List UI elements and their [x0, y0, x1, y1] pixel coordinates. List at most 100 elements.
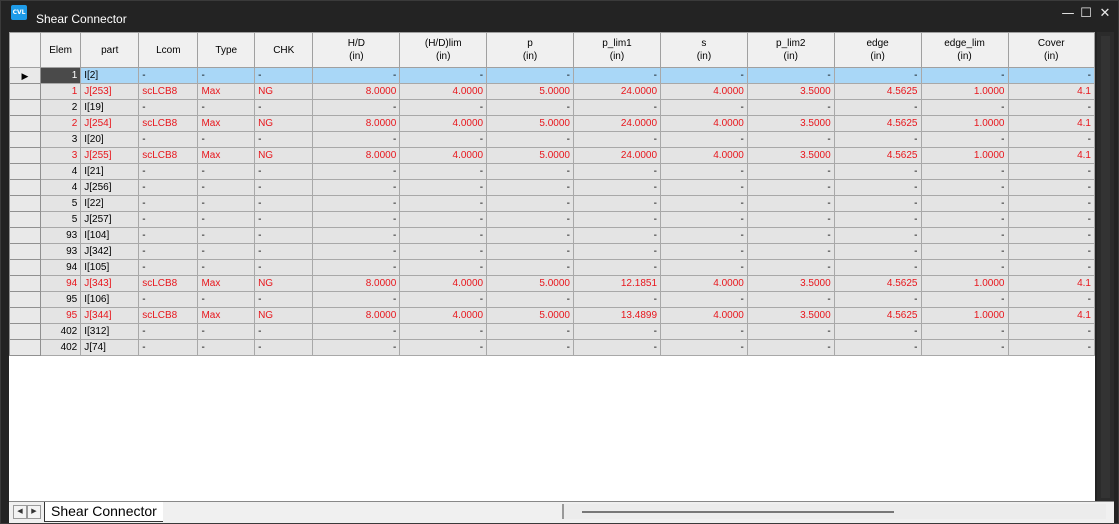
- table-cell[interactable]: -: [138, 227, 199, 244]
- table-row[interactable]: 94 J[343] scLCB8 Max NG 8.0000 4.0000 5.0000 12.…: [9, 275, 1095, 292]
- table-cell[interactable]: -: [746, 179, 835, 196]
- table-cell[interactable]: -: [1007, 99, 1095, 116]
- table-cell[interactable]: -: [833, 243, 922, 260]
- row-header[interactable]: [9, 323, 41, 340]
- table-cell[interactable]: -: [254, 67, 314, 84]
- table-cell[interactable]: 93: [39, 227, 82, 244]
- table-cell[interactable]: 1.0000: [920, 275, 1009, 292]
- table-cell[interactable]: 4.0000: [399, 147, 488, 164]
- table-cell[interactable]: 4.0000: [399, 307, 488, 324]
- table-cell[interactable]: J[74]: [80, 339, 140, 356]
- table-cell[interactable]: J[343]: [80, 275, 140, 292]
- table-cell[interactable]: -: [660, 211, 748, 228]
- table-cell[interactable]: -: [920, 131, 1009, 148]
- table-cell[interactable]: -: [197, 195, 256, 212]
- table-cell[interactable]: -: [920, 67, 1009, 84]
- table-cell[interactable]: -: [138, 67, 199, 84]
- table-cell[interactable]: scLCB8: [138, 83, 199, 100]
- table-row[interactable]: 2 I[19] - - - - - - - - - - - -: [9, 99, 1095, 116]
- table-cell[interactable]: 24.0000: [572, 147, 662, 164]
- table-cell[interactable]: 4.1: [1007, 115, 1095, 132]
- table-cell[interactable]: -: [399, 131, 488, 148]
- table-cell[interactable]: 4.0000: [399, 115, 488, 132]
- table-cell[interactable]: -: [833, 195, 922, 212]
- table-cell[interactable]: -: [1007, 211, 1095, 228]
- column-header[interactable]: (H/D)lim (in): [399, 32, 488, 68]
- table-cell[interactable]: -: [197, 99, 256, 116]
- table-cell[interactable]: -: [312, 195, 401, 212]
- table-cell[interactable]: J[253]: [80, 83, 140, 100]
- table-cell[interactable]: -: [486, 99, 574, 116]
- table-cell[interactable]: -: [833, 179, 922, 196]
- table-cell[interactable]: 3.5000: [746, 307, 835, 324]
- table-cell[interactable]: -: [572, 131, 662, 148]
- row-header[interactable]: [9, 115, 41, 132]
- table-cell[interactable]: -: [254, 227, 314, 244]
- table-cell[interactable]: J[256]: [80, 179, 140, 196]
- horizontal-scrollbar[interactable]: [562, 504, 1106, 519]
- table-cell[interactable]: -: [833, 67, 922, 84]
- table-cell[interactable]: 4.5625: [833, 83, 922, 100]
- table-cell[interactable]: -: [138, 211, 199, 228]
- table-cell[interactable]: 5.0000: [486, 83, 574, 100]
- table-cell[interactable]: -: [1007, 227, 1095, 244]
- table-cell[interactable]: -: [746, 211, 835, 228]
- table-cell[interactable]: 93: [39, 243, 82, 260]
- table-cell[interactable]: -: [660, 291, 748, 308]
- table-cell[interactable]: -: [572, 163, 662, 180]
- table-cell[interactable]: -: [254, 211, 314, 228]
- table-cell[interactable]: -: [399, 291, 488, 308]
- table-cell[interactable]: 1.0000: [920, 83, 1009, 100]
- table-row[interactable]: 4 J[256] - - - - - - - - - - - -: [9, 179, 1095, 196]
- table-row[interactable]: 94 I[105] - - - - - - - - - - - -: [9, 259, 1095, 276]
- table-cell[interactable]: -: [746, 243, 835, 260]
- table-cell[interactable]: -: [920, 227, 1009, 244]
- table-cell[interactable]: J[342]: [80, 243, 140, 260]
- row-header[interactable]: [9, 243, 41, 260]
- table-cell[interactable]: I[106]: [80, 291, 140, 308]
- table-cell[interactable]: -: [572, 291, 662, 308]
- table-cell[interactable]: 4.0000: [399, 275, 488, 292]
- table-cell[interactable]: -: [399, 323, 488, 340]
- table-cell[interactable]: -: [138, 339, 199, 356]
- row-header[interactable]: [9, 339, 41, 356]
- table-cell[interactable]: -: [197, 67, 256, 84]
- table-cell[interactable]: -: [920, 211, 1009, 228]
- column-header[interactable]: part: [80, 32, 140, 68]
- table-cell[interactable]: -: [486, 291, 574, 308]
- table-cell[interactable]: -: [572, 195, 662, 212]
- table-row[interactable]: 1 J[253] scLCB8 Max NG 8.0000 4.0000 5.0000 24.0…: [9, 83, 1095, 100]
- table-cell[interactable]: -: [746, 259, 835, 276]
- table-cell[interactable]: -: [486, 163, 574, 180]
- table-cell[interactable]: -: [572, 211, 662, 228]
- table-cell[interactable]: -: [399, 163, 488, 180]
- table-cell[interactable]: -: [1007, 291, 1095, 308]
- row-indicator-header[interactable]: [9, 32, 41, 68]
- table-cell[interactable]: NG: [254, 307, 314, 324]
- table-cell[interactable]: -: [833, 211, 922, 228]
- table-cell[interactable]: 3.5000: [746, 83, 835, 100]
- table-cell[interactable]: -: [572, 339, 662, 356]
- column-header[interactable]: p_lim2 (in): [746, 32, 835, 68]
- row-header[interactable]: [9, 227, 41, 244]
- maximize-button[interactable]: ☐: [1077, 5, 1095, 23]
- table-cell[interactable]: -: [254, 323, 314, 340]
- table-cell[interactable]: 3.5000: [746, 147, 835, 164]
- table-cell[interactable]: -: [833, 259, 922, 276]
- table-cell[interactable]: I[22]: [80, 195, 140, 212]
- table-cell[interactable]: -: [312, 227, 401, 244]
- table-cell[interactable]: 8.0000: [312, 275, 401, 292]
- table-cell[interactable]: -: [1007, 67, 1095, 84]
- table-cell[interactable]: -: [486, 339, 574, 356]
- table-cell[interactable]: -: [312, 179, 401, 196]
- table-cell[interactable]: -: [399, 339, 488, 356]
- row-header[interactable]: [9, 163, 41, 180]
- table-cell[interactable]: -: [660, 227, 748, 244]
- row-header[interactable]: [9, 131, 41, 148]
- table-cell[interactable]: 2: [39, 99, 82, 116]
- table-cell[interactable]: -: [399, 227, 488, 244]
- table-cell[interactable]: -: [197, 163, 256, 180]
- table-cell[interactable]: 8.0000: [312, 147, 401, 164]
- table-cell[interactable]: -: [660, 195, 748, 212]
- table-cell[interactable]: scLCB8: [138, 307, 199, 324]
